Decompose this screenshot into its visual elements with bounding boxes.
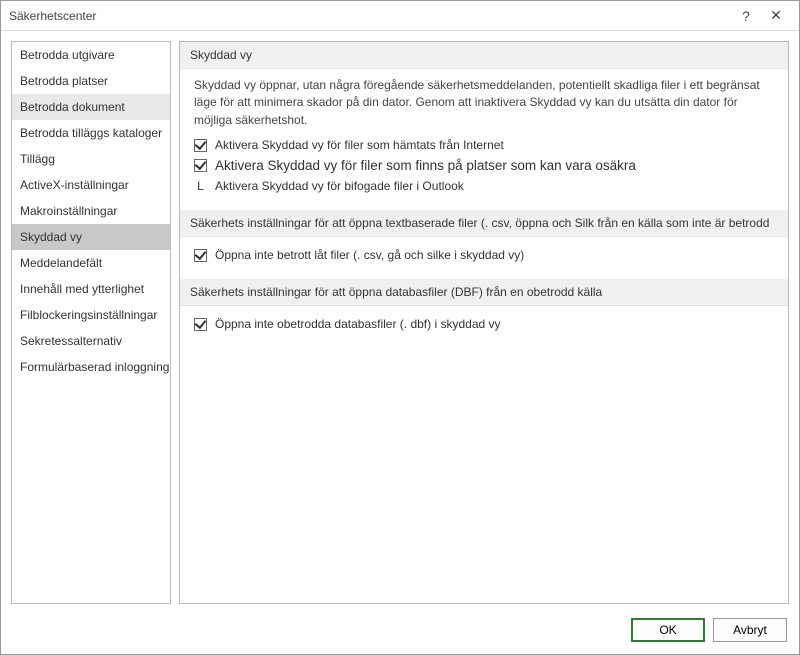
sidebar-item-activex[interactable]: ActiveX-inställningar: [12, 172, 170, 198]
sidebar-item-protected-view[interactable]: Skyddad vy: [12, 224, 170, 250]
sidebar-item-label: Formulärbaserad inloggning: [20, 360, 169, 374]
section-header-text-files: Säkerhets inställningar för att öppna te…: [180, 210, 788, 237]
checkbox-icon[interactable]: [194, 318, 207, 331]
sidebar: Betrodda utgivare Betrodda platser Betro…: [11, 41, 171, 604]
protected-view-description: Skyddad vy öppnar, utan några föregående…: [194, 77, 774, 129]
trust-center-dialog: Säkerhetscenter ? ✕ Betrodda utgivare Be…: [0, 0, 800, 655]
sidebar-item-label: Tillägg: [20, 152, 55, 166]
sidebar-item-label: Innehåll med ytterlighet: [20, 282, 144, 296]
sidebar-item-label: ActiveX-inställningar: [20, 178, 129, 192]
checkbox-icon[interactable]: [194, 249, 207, 262]
help-button[interactable]: ?: [731, 1, 761, 31]
close-button[interactable]: ✕: [761, 1, 791, 31]
checkbox-label: Öppna inte obetrodda databasfiler (. dbf…: [215, 317, 501, 331]
sidebar-item-message-bar[interactable]: Meddelandefält: [12, 250, 170, 276]
sidebar-item-external-content[interactable]: Innehåll med ytterlighet: [12, 276, 170, 302]
section-header-protected-view: Skyddad vy: [180, 42, 788, 69]
section-body-protected-view: Skyddad vy öppnar, utan några föregående…: [180, 69, 788, 210]
sidebar-item-privacy[interactable]: Sekretessalternativ: [12, 328, 170, 354]
checkbox-row-outlook-attachments[interactable]: L Aktivera Skyddad vy för bifogade filer…: [194, 176, 774, 196]
checkbox-label: Öppna inte betrott låt filer (. csv, gå …: [215, 248, 524, 262]
sidebar-item-trusted-publishers[interactable]: Betrodda utgivare: [12, 42, 170, 68]
checkbox-row-unsafe-locations[interactable]: Aktivera Skyddad vy för filer som finns …: [194, 155, 774, 176]
sidebar-item-addins[interactable]: Tillägg: [12, 146, 170, 172]
checkbox-prefix-letter: L: [194, 179, 207, 193]
content-pane: Skyddad vy Skyddad vy öppnar, utan några…: [179, 41, 789, 604]
checkbox-row-untrusted-text-files[interactable]: Öppna inte betrott låt filer (. csv, gå …: [194, 245, 774, 265]
sidebar-item-label: Meddelandefält: [20, 256, 102, 270]
sidebar-item-label: Betrodda tilläggs kataloger: [20, 126, 162, 140]
checkbox-label: Aktivera Skyddad vy för bifogade filer i…: [215, 179, 464, 193]
sidebar-item-trusted-documents[interactable]: Betrodda dokument: [12, 94, 170, 120]
sidebar-item-form-signin[interactable]: Formulärbaserad inloggning: [12, 354, 170, 380]
dialog-footer: OK Avbryt: [1, 610, 799, 654]
checkbox-row-internet-files[interactable]: Aktivera Skyddad vy för filer som hämtat…: [194, 135, 774, 155]
sidebar-item-label: Sekretessalternativ: [20, 334, 122, 348]
checkbox-icon[interactable]: [194, 159, 207, 172]
sidebar-item-trusted-locations[interactable]: Betrodda platser: [12, 68, 170, 94]
sidebar-item-label: Betrodda dokument: [20, 100, 125, 114]
checkbox-label: Aktivera Skyddad vy för filer som finns …: [215, 158, 636, 173]
checkbox-row-untrusted-dbf-files[interactable]: Öppna inte obetrodda databasfiler (. dbf…: [194, 314, 774, 334]
sidebar-item-trusted-addin-catalogs[interactable]: Betrodda tilläggs kataloger: [12, 120, 170, 146]
section-body-text-files: Öppna inte betrott låt filer (. csv, gå …: [180, 237, 788, 279]
dialog-title: Säkerhetscenter: [9, 9, 731, 23]
checkbox-label: Aktivera Skyddad vy för filer som hämtat…: [215, 138, 504, 152]
cancel-button[interactable]: Avbryt: [713, 618, 787, 642]
ok-button[interactable]: OK: [631, 618, 705, 642]
sidebar-item-label: Betrodda platser: [20, 74, 108, 88]
section-body-dbf-files: Öppna inte obetrodda databasfiler (. dbf…: [180, 306, 788, 348]
sidebar-item-macro[interactable]: Makroinställningar: [12, 198, 170, 224]
section-header-dbf-files: Säkerhets inställningar för att öppna da…: [180, 279, 788, 306]
sidebar-item-label: Skyddad vy: [20, 230, 82, 244]
sidebar-item-file-block[interactable]: Filblockeringsinställningar: [12, 302, 170, 328]
checkbox-icon[interactable]: [194, 139, 207, 152]
sidebar-item-label: Filblockeringsinställningar: [20, 308, 157, 322]
sidebar-item-label: Makroinställningar: [20, 204, 117, 218]
sidebar-item-label: Betrodda utgivare: [20, 48, 115, 62]
titlebar: Säkerhetscenter ? ✕: [1, 1, 799, 31]
dialog-body: Betrodda utgivare Betrodda platser Betro…: [1, 31, 799, 610]
